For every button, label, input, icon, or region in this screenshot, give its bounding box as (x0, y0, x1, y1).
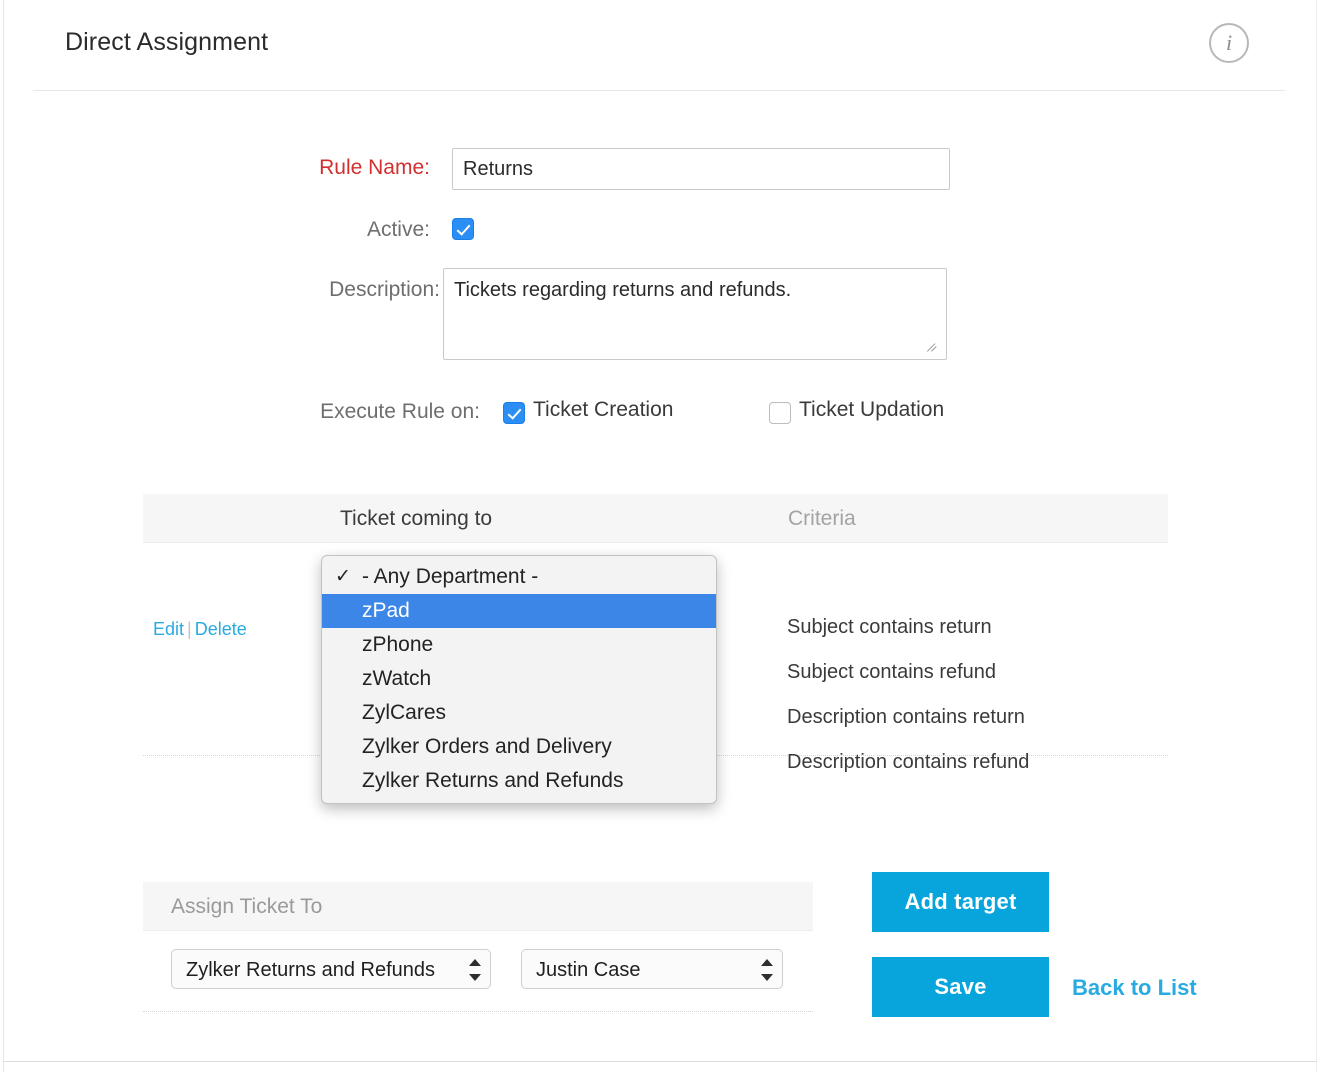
criteria-item: Subject contains refund (787, 661, 997, 683)
ticket-creation-checkbox[interactable] (503, 402, 525, 424)
back-to-list-link[interactable]: Back to List (1072, 975, 1197, 1001)
dropdown-option-zylker-orders-and-delivery[interactable]: Zylker Orders and Delivery (322, 730, 716, 764)
page-title: Direct Assignment (65, 28, 269, 56)
page-header: Direct Assignment i (0, 0, 1320, 90)
rule-name-label: Rule Name: (319, 156, 430, 179)
ticket-creation-label: Ticket Creation (533, 398, 674, 421)
criteria-item: Description contains return (787, 706, 1025, 728)
active-checkbox[interactable] (452, 218, 474, 240)
stepper-arrows-icon (469, 957, 481, 983)
assign-ticket-title: Assign Ticket To (171, 895, 323, 918)
ticket-updation-label: Ticket Updation (799, 398, 945, 421)
dropdown-option-zwatch[interactable]: zWatch (322, 662, 716, 696)
assign-ticket-panel: Assign Ticket To Zylker Returns and Refu… (143, 882, 813, 1012)
assign-department-select[interactable]: Zylker Returns and Refunds (171, 949, 491, 989)
save-button[interactable]: Save (872, 957, 1049, 1017)
action-separator: | (187, 619, 192, 639)
targets-table-header: Ticket coming to Criteria (143, 494, 1168, 543)
department-dropdown-menu[interactable]: - Any Department - zPad zPhone zWatch Zy… (321, 555, 717, 804)
frame-left-border (3, 0, 4, 1072)
description-label: Description: (329, 278, 440, 301)
frame-bottom-border (3, 1061, 1317, 1062)
execute-rule-on-label: Execute Rule on: (320, 400, 480, 423)
dropdown-option-zpad[interactable]: zPad (322, 594, 716, 628)
stepper-arrows-icon (761, 957, 773, 983)
dropdown-option-zylker-returns-and-refunds[interactable]: Zylker Returns and Refunds (322, 764, 716, 798)
delete-link[interactable]: Delete (195, 619, 247, 639)
column-header-criteria: Criteria (788, 507, 856, 530)
row-actions: Edit | Delete (153, 619, 247, 640)
criteria-item: Description contains refund (787, 751, 1030, 773)
frame-right-border (1316, 0, 1317, 1072)
dropdown-option-zylcares[interactable]: ZylCares (322, 696, 716, 730)
criteria-item: Subject contains return (787, 616, 992, 638)
assign-ticket-header: Assign Ticket To (143, 882, 813, 931)
assign-ticket-body: Zylker Returns and Refunds Justin Case (143, 931, 813, 1011)
header-divider (33, 90, 1285, 91)
info-icon[interactable]: i (1209, 23, 1249, 63)
direct-assignment-page: Direct Assignment i Rule Name: Active: D… (0, 0, 1320, 1072)
add-target-button[interactable]: Add target (872, 872, 1049, 932)
criteria-list: Subject contains return Subject contains… (787, 605, 1029, 785)
dropdown-option-any-department[interactable]: - Any Department - (322, 560, 716, 594)
assign-agent-select[interactable]: Justin Case (521, 949, 783, 989)
edit-link[interactable]: Edit (153, 619, 184, 639)
description-textarea[interactable] (443, 268, 947, 360)
assign-department-value: Zylker Returns and Refunds (186, 959, 436, 981)
rule-name-input[interactable] (452, 148, 950, 190)
dropdown-option-zphone[interactable]: zPhone (322, 628, 716, 662)
active-label: Active: (366, 218, 430, 241)
assign-agent-value: Justin Case (536, 959, 641, 981)
column-header-ticket-coming-to: Ticket coming to (340, 507, 493, 530)
ticket-updation-checkbox[interactable] (769, 402, 791, 424)
